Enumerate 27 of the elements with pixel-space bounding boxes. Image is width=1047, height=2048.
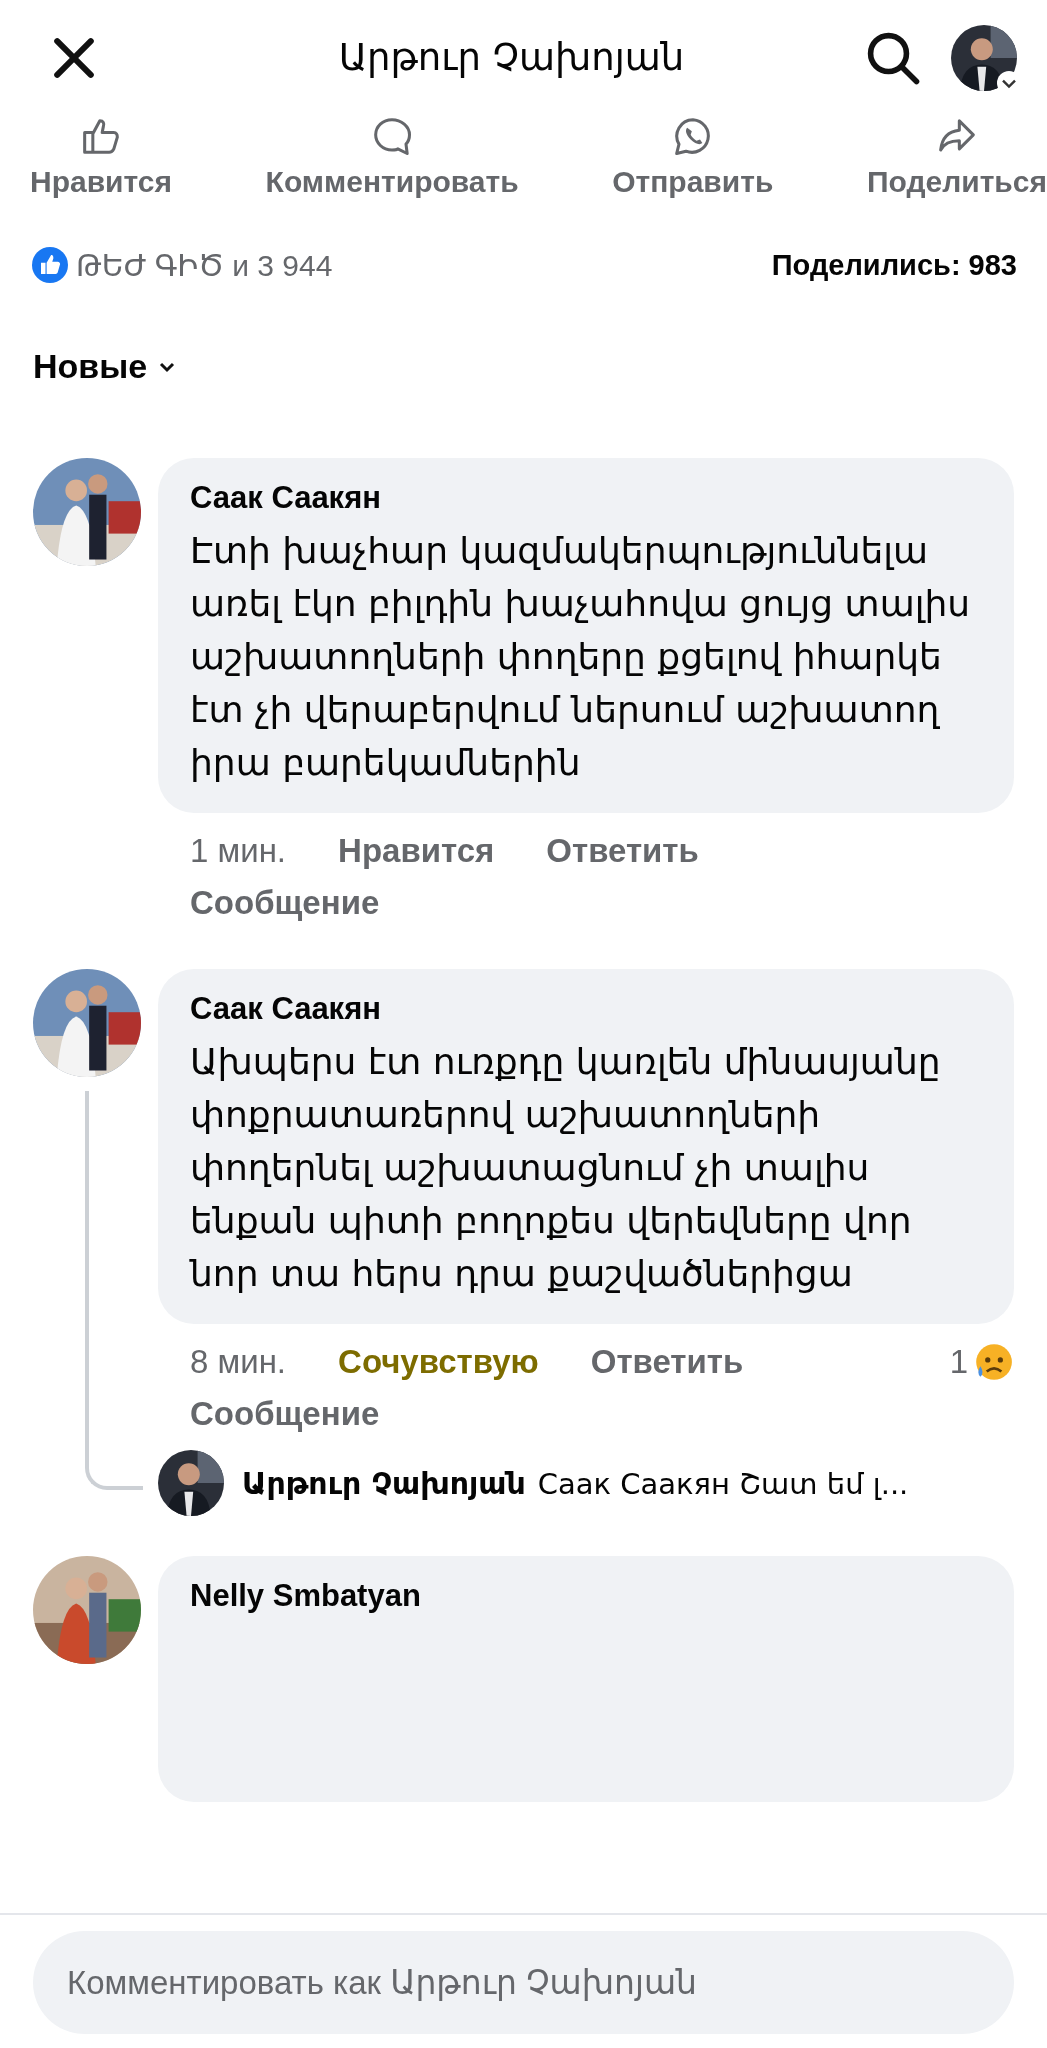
- speech-bubble-icon: [371, 115, 414, 157]
- reply-button[interactable]: Ответить: [546, 825, 699, 877]
- reaction-names[interactable]: ԹԵԺ ԳԻԾ и 3 944: [76, 247, 333, 283]
- comment-text: Էտի խաչհար կազմակերպություննելա առել էկո բիլդին խաչահովա ցույց տալիս աշխատողների փողերը քցելով իհարկե էտ չի վերաբերվում ներսում աշխատող իրա բարեկամներին: [190, 529, 972, 785]
- reply-button[interactable]: Ответить: [590, 1336, 744, 1388]
- share-action[interactable]: Поделиться: [866, 115, 1047, 215]
- comment-time: 1 мин.: [190, 832, 287, 870]
- comment-text: Ախպերս էտ ուռքդը կառլեն մինասյանը փոքրատառերով աշխատողների փողերնել աշխատացնում չի տալիս ենքան պիտի բողոքես վերեվները վոր նոր տա հերս դրա քաշվածներիցա: [190, 1040, 942, 1296]
- message-button[interactable]: Сообщение: [190, 1388, 380, 1440]
- reply-author[interactable]: Արթուր Չախոյան: [242, 1465, 526, 1501]
- like-action[interactable]: Нравится: [30, 115, 173, 215]
- message-button[interactable]: Сообщение: [190, 877, 380, 929]
- comment-author[interactable]: Nelly Smbatyan: [190, 1578, 988, 1614]
- share-count[interactable]: Поделились: 983: [771, 248, 1017, 282]
- whatsapp-action[interactable]: Отправить: [612, 115, 774, 215]
- reaction-button[interactable]: Нравится: [338, 825, 495, 877]
- reaction-count: 1: [949, 1343, 968, 1381]
- like-badge-icon: [32, 247, 68, 283]
- comment-author[interactable]: Саак Саакян: [190, 991, 988, 1027]
- page-title: Արթուր Չախոյան: [337, 36, 686, 79]
- reaction-button[interactable]: Сочувствую: [338, 1336, 539, 1388]
- comment-action[interactable]: Комментировать: [265, 115, 519, 215]
- comment-field[interactable]: Комментировать как Արթուր Չախոյան: [33, 1931, 1014, 2034]
- sort-dropdown[interactable]: Новые: [33, 347, 178, 386]
- reply-preview[interactable]: Саак Саакян Շատ եմ լ...: [537, 1466, 909, 1501]
- comment-time: 8 мин.: [190, 1343, 287, 1381]
- comment-author[interactable]: Саак Саакян: [190, 480, 988, 516]
